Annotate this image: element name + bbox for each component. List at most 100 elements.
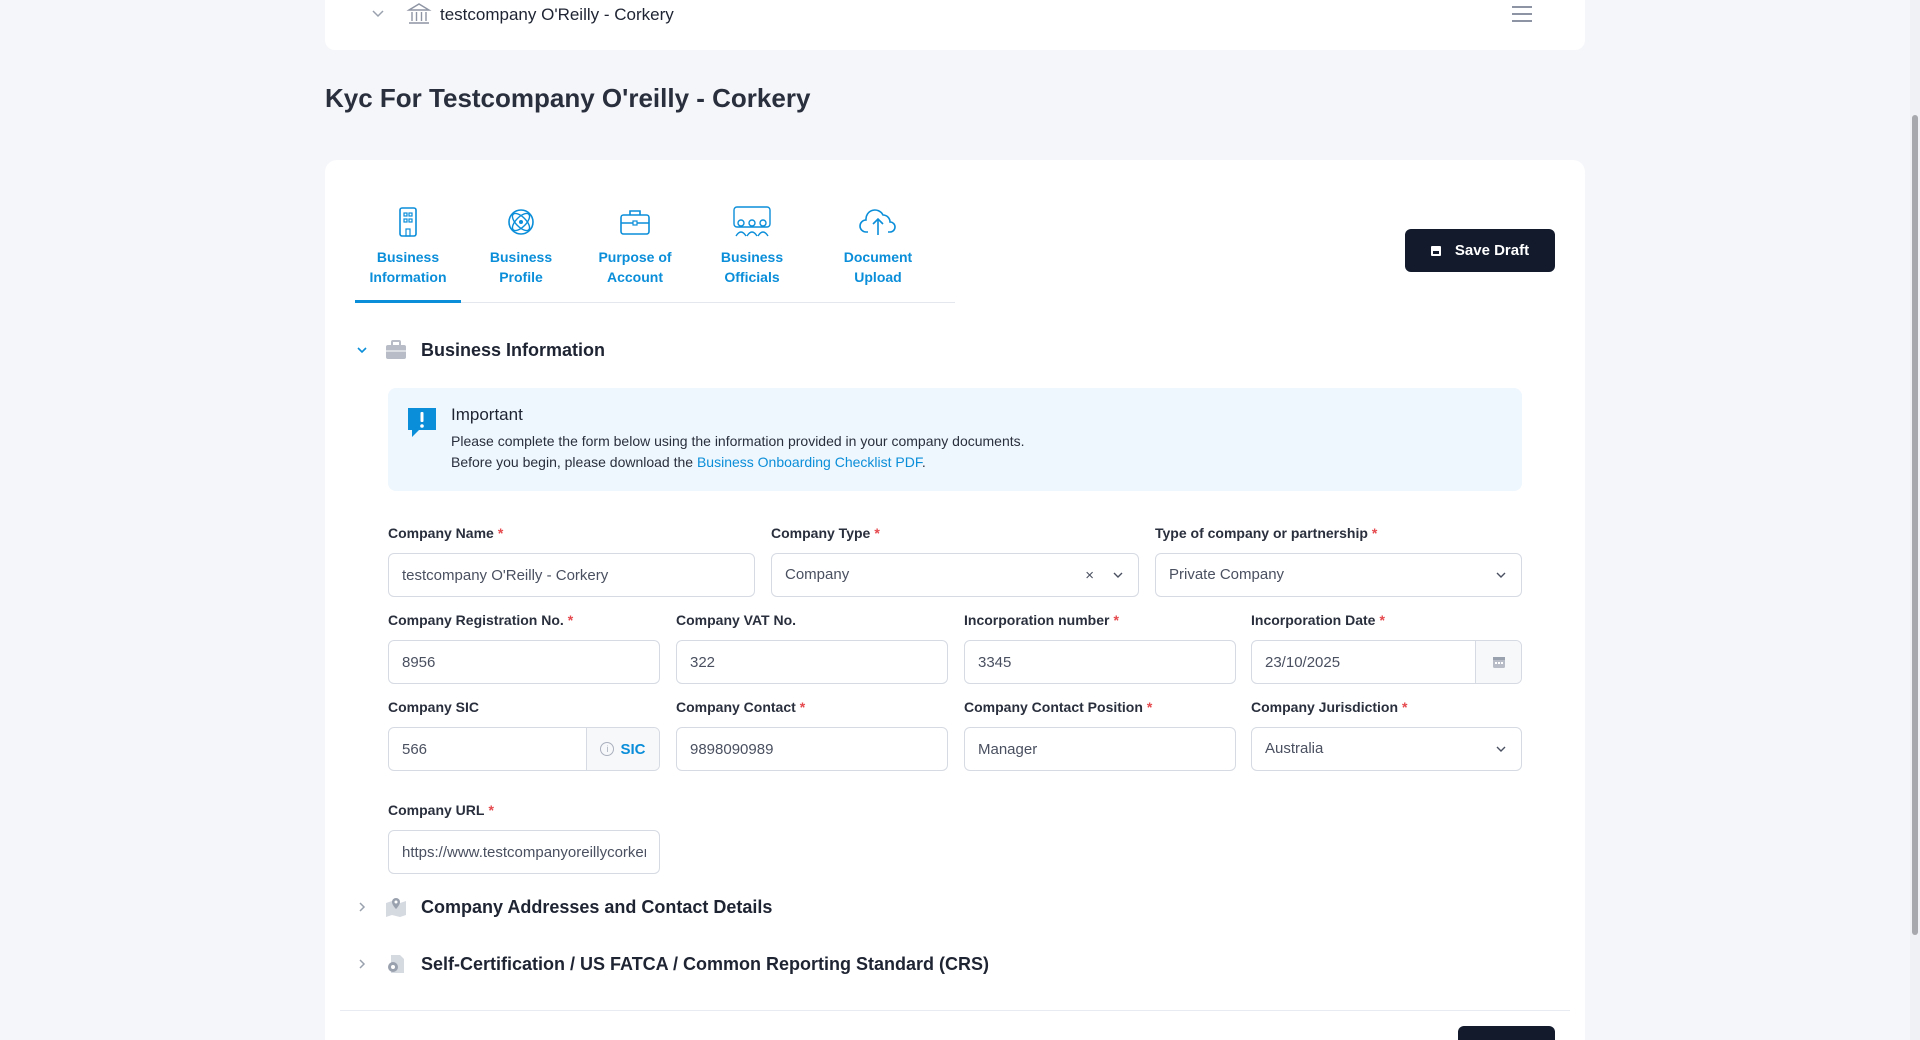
- company-url-input[interactable]: [402, 831, 646, 873]
- tab-business-information[interactable]: Business Information: [355, 205, 461, 303]
- building-icon: [399, 207, 417, 237]
- sic-input[interactable]: [402, 728, 572, 770]
- chevron-right-icon[interactable]: [355, 957, 369, 971]
- page-scrollbar[interactable]: [1910, 0, 1920, 1040]
- save-draft-button[interactable]: Save Draft: [1405, 229, 1555, 272]
- date-picker-button[interactable]: [1475, 641, 1521, 683]
- incorporation-number-field: Incorporation number *: [964, 612, 1236, 684]
- alert-message-icon: [408, 408, 436, 437]
- registration-no-input[interactable]: [402, 641, 646, 683]
- chevron-down-icon: [1496, 746, 1506, 752]
- tab-business-profile[interactable]: Business Profile: [481, 205, 561, 303]
- chevron-down-icon: [1113, 572, 1123, 578]
- company-contact-field: Company Contact *: [676, 699, 948, 771]
- company-type-select[interactable]: Company ×: [771, 553, 1139, 597]
- partnership-type-field: Type of company or partnership * Private …: [1155, 525, 1522, 597]
- incorporation-date-field: Incorporation Date *: [1251, 612, 1522, 684]
- briefcase-icon: [620, 210, 650, 235]
- atom-icon: [508, 209, 534, 235]
- notice-line2-prefix: Before you begin, please download the: [451, 454, 697, 470]
- partnership-type-value: Private Company: [1169, 566, 1285, 583]
- company-type-field: Company Type * Company ×: [771, 525, 1139, 597]
- tab-label-line2: Upload: [854, 269, 902, 285]
- company-header-bar: testcompany O'Reilly - Corkery: [325, 0, 1585, 50]
- kyc-step-tabs: Business Information Business Profile Pu…: [355, 205, 955, 303]
- calendar-icon: [1492, 657, 1505, 668]
- field-label: Company SIC: [388, 699, 480, 715]
- field-label: Company Type *: [771, 525, 880, 541]
- incorporation-number-input[interactable]: [978, 641, 1222, 683]
- field-label: Type of company or partnership *: [1155, 525, 1378, 541]
- chevron-down-icon[interactable]: [371, 6, 385, 20]
- section-business-information[interactable]: Business Information: [355, 339, 605, 361]
- jurisdiction-field: Company Jurisdiction * Australia: [1251, 699, 1522, 771]
- certificate-icon: [388, 955, 404, 973]
- cloud-upload-icon: [859, 209, 896, 235]
- notice-line2-suffix: .: [921, 454, 926, 470]
- clear-icon[interactable]: ×: [1085, 567, 1094, 584]
- next-button[interactable]: [1458, 1026, 1555, 1040]
- incorporation-date-input[interactable]: [1265, 641, 1465, 683]
- field-label: Company URL *: [388, 802, 494, 818]
- section-title: Business Information: [421, 339, 606, 360]
- info-icon: i: [600, 742, 615, 756]
- field-label: Company Registration No. *: [388, 612, 574, 628]
- tab-business-officials[interactable]: Business Officials: [707, 205, 797, 303]
- people-icon: [733, 206, 771, 237]
- notice-title: Important: [451, 405, 523, 424]
- partnership-type-select[interactable]: Private Company: [1155, 553, 1522, 597]
- company-contact-input[interactable]: [690, 728, 934, 770]
- tab-label-line1: Business: [489, 249, 553, 265]
- company-name-input[interactable]: [402, 554, 741, 596]
- field-label: Company Contact *: [676, 699, 806, 715]
- tab-label-line1: Document: [843, 249, 913, 265]
- divider: [340, 1010, 1570, 1011]
- tab-label-line1: Business: [720, 249, 784, 265]
- field-label: Incorporation number *: [964, 612, 1119, 628]
- vat-no-field: Company VAT No.: [676, 612, 948, 684]
- tab-label-line1: Purpose of: [598, 249, 672, 265]
- scrollbar-thumb[interactable]: [1912, 115, 1918, 935]
- company-name-field: Company Name *: [388, 525, 755, 597]
- company-name-header: testcompany O'Reilly - Corkery: [440, 5, 674, 24]
- section-title: Self-Certification / US FATCA / Common R…: [421, 953, 990, 974]
- bank-icon: [406, 3, 432, 24]
- sic-lookup-button[interactable]: i SIC: [586, 728, 659, 770]
- contact-position-input[interactable]: [978, 728, 1222, 770]
- field-label: Incorporation Date *: [1251, 612, 1385, 628]
- tab-label-line1: Business: [376, 249, 440, 265]
- sic-addon-label: SIC: [620, 740, 646, 758]
- company-type-value: Company: [785, 566, 850, 583]
- notice-line1: Please complete the form below using the…: [451, 433, 1025, 449]
- section-fatca-crs[interactable]: Self-Certification / US FATCA / Common R…: [355, 953, 989, 975]
- vat-no-input[interactable]: [690, 641, 934, 683]
- tab-purpose-of-account[interactable]: Purpose of Account: [580, 205, 690, 303]
- chevron-right-icon[interactable]: [355, 900, 369, 914]
- save-draft-label: Save Draft: [1454, 242, 1530, 259]
- contact-position-field: Company Contact Position *: [964, 699, 1236, 771]
- tab-label-line2: Officials: [724, 269, 780, 285]
- jurisdiction-select[interactable]: Australia: [1251, 727, 1522, 771]
- hamburger-menu-icon[interactable]: [1511, 4, 1533, 24]
- chevron-down-icon: [1496, 572, 1506, 578]
- registration-no-field: Company Registration No. *: [388, 612, 660, 684]
- field-label: Company Name *: [388, 525, 504, 541]
- chevron-down-icon[interactable]: [355, 343, 369, 357]
- sic-field: Company SIC i SIC: [388, 699, 660, 771]
- section-company-addresses[interactable]: Company Addresses and Contact Details: [355, 896, 772, 918]
- field-label: Company VAT No.: [676, 612, 797, 628]
- checklist-pdf-link[interactable]: Business Onboarding Checklist PDF: [697, 454, 922, 470]
- kyc-form-card: Business Information Business Profile Pu…: [325, 160, 1585, 1040]
- page-title: Kyc For Testcompany O'reilly - Corkery: [325, 83, 811, 113]
- tab-label-line2: Information: [369, 269, 447, 285]
- important-notice: Important Please complete the form below…: [388, 388, 1522, 491]
- tab-label-line2: Account: [607, 269, 663, 285]
- briefcase-icon: [386, 340, 406, 359]
- tab-label-line2: Profile: [499, 269, 543, 285]
- field-label: Company Jurisdiction *: [1251, 699, 1408, 715]
- jurisdiction-value: Australia: [1265, 740, 1324, 757]
- save-icon: [1430, 245, 1441, 256]
- company-url-field: Company URL *: [388, 802, 660, 874]
- notice-line2: Before you begin, please download the Bu…: [451, 454, 926, 470]
- tab-document-upload[interactable]: Document Upload: [828, 205, 928, 303]
